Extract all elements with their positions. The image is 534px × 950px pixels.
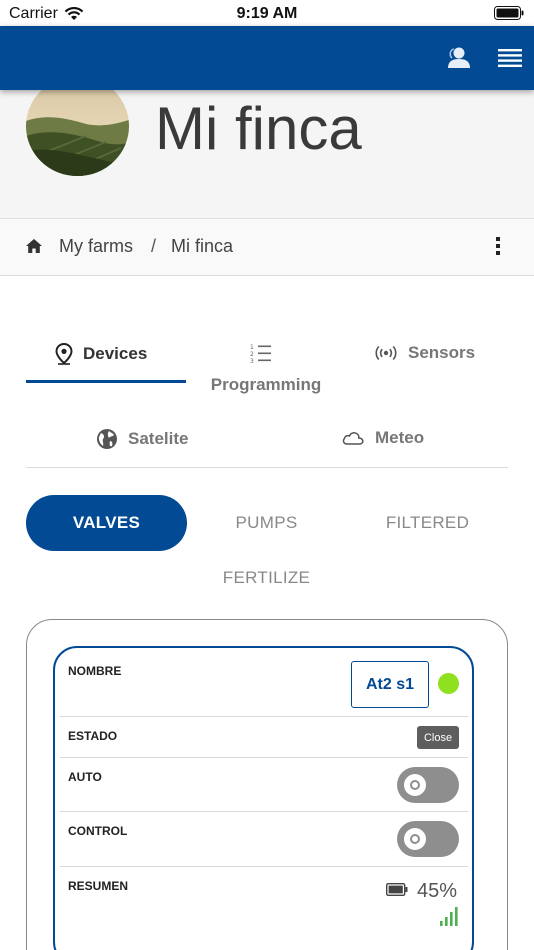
- status-bar: Carrier 9:19 AM: [0, 0, 534, 26]
- toggle-knob: [404, 774, 426, 796]
- label-resumen: RESUMEN: [68, 879, 129, 893]
- segment-filtered-button[interactable]: FILTERED: [347, 495, 508, 551]
- home-icon[interactable]: [25, 237, 43, 255]
- tab-sensors-label: Sensors: [408, 343, 476, 362]
- tab-sensors[interactable]: Sensors: [374, 343, 475, 363]
- toggle-knob: [404, 828, 426, 850]
- label-nombre: NOMBRE: [68, 664, 122, 678]
- label-control: CONTROL: [68, 824, 128, 838]
- estado-status-badge: Close: [417, 726, 459, 749]
- auto-toggle[interactable]: [397, 767, 459, 803]
- clock: 9:19 AM: [236, 5, 298, 22]
- device-name-button[interactable]: At2 s1: [351, 661, 429, 708]
- broadcast-sensor-icon: [375, 345, 397, 361]
- tab-satelite-label: Satelite: [128, 429, 189, 448]
- tab-devices-label: Devices: [83, 344, 148, 363]
- battery-status-icon: [494, 6, 524, 20]
- tab-devices[interactable]: Devices: [55, 343, 147, 365]
- svg-text:3: 3: [250, 358, 254, 365]
- breadcrumb-current-farm: Mi finca: [171, 236, 234, 256]
- user-icon[interactable]: [446, 46, 472, 70]
- app-header: [0, 26, 534, 90]
- svg-text:2: 2: [250, 351, 254, 358]
- tab-programming-label: Programming: [210, 375, 322, 394]
- control-toggle[interactable]: [397, 821, 459, 857]
- active-tab-indicator: [26, 380, 186, 383]
- farm-avatar: [26, 90, 129, 176]
- globe-icon: [97, 429, 117, 449]
- cloud-icon: [342, 432, 364, 445]
- tab-satelite[interactable]: Satelite: [96, 428, 188, 450]
- segment-fertilize-button[interactable]: FERTILIZE: [186, 550, 347, 606]
- farm-header: Mi finca: [0, 90, 534, 219]
- tab-meteo[interactable]: Meteo: [341, 428, 424, 448]
- label-auto: AUTO: [68, 770, 102, 784]
- svg-text:1: 1: [250, 344, 254, 351]
- tab-programming[interactable]: 1 2 3 Programming: [186, 342, 346, 402]
- map-pin-icon: [55, 343, 73, 365]
- hamburger-menu-icon[interactable]: [498, 48, 522, 68]
- device-row-resumen: RESUMEN: [60, 867, 468, 947]
- device-status-indicator: [438, 673, 459, 694]
- device-row-estado: ESTADO: [60, 717, 468, 758]
- segment-valves-button[interactable]: VALVES: [26, 495, 187, 551]
- signal-strength-icon: [440, 907, 458, 926]
- breadcrumb: My farms / Mi finca: [0, 219, 534, 276]
- page-title: Mi finca: [155, 95, 362, 162]
- breadcrumb-my-farms[interactable]: My farms: [59, 236, 133, 257]
- battery-level: 45%: [417, 880, 458, 902]
- tabs-divider: [26, 467, 508, 468]
- numbered-list-icon: 1 2 3: [250, 344, 271, 365]
- battery-icon: [386, 883, 408, 896]
- label-estado: ESTADO: [68, 729, 118, 743]
- breadcrumb-separator: /: [151, 236, 157, 256]
- segment-pumps-button[interactable]: PUMPS: [186, 495, 347, 551]
- more-options-icon[interactable]: [494, 237, 502, 257]
- tab-meteo-label: Meteo: [375, 428, 425, 447]
